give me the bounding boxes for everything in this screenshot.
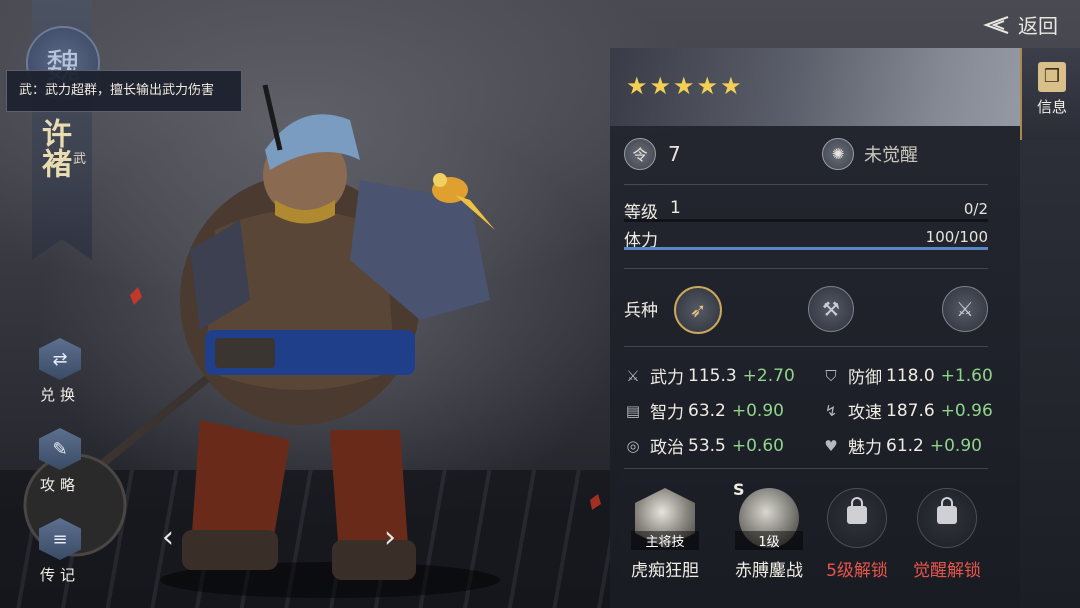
halberd-icon: ⚔	[956, 297, 974, 321]
prev-hero-arrow[interactable]: ‹	[162, 520, 174, 555]
order-icon: 令	[624, 138, 656, 170]
skill-unlock-awaken-label: 觉醒解锁	[913, 561, 981, 581]
shield-icon: ⛉	[825, 366, 837, 385]
tab-info-label: 信息	[1036, 98, 1067, 116]
skill-second-level: 1级	[735, 531, 803, 550]
stat-charm: ♥ 魅力 61.2 +0.90	[822, 433, 982, 459]
level-value: 1	[670, 198, 681, 218]
stamina-value: 100/100	[925, 228, 988, 246]
stat-attack-speed: ↯ 攻速 187.6 +0.96	[822, 398, 993, 424]
axe-icon: ⚒	[822, 297, 840, 321]
back-button[interactable]: 返回	[982, 10, 1058, 39]
star-icon: ★	[626, 72, 648, 100]
awaken-label: 未觉醒	[864, 145, 918, 166]
spear-icon: ➶	[689, 298, 707, 322]
hero-type-tooltip: 武：武力超群，擅长输出武力伤害	[6, 70, 242, 112]
hero-type-tag: 武	[73, 152, 87, 167]
awaken-icon: ✺	[822, 138, 854, 170]
divider	[624, 468, 988, 469]
stamina-bar-fill	[624, 247, 988, 250]
skill-second[interactable]: 1级 S 赤膊鏖战	[724, 480, 814, 581]
spear-troop-button[interactable]: ➶	[674, 286, 722, 334]
exchange-button[interactable]: ⇄ 兑换	[28, 338, 92, 405]
stamina-bar	[624, 247, 988, 250]
back-label: 返回	[1018, 14, 1058, 38]
guide-label: 攻略	[39, 476, 80, 494]
skill-second-name: 赤膊鏖战	[735, 561, 803, 581]
boot-icon: ↯	[824, 401, 838, 420]
star-icon: ★	[673, 72, 695, 100]
exp-value: 0/2	[963, 200, 988, 218]
skill-main[interactable]: 主将技 虎痴狂胆	[620, 484, 710, 581]
lock-icon	[937, 497, 957, 524]
sword-icon: ⚔	[626, 366, 640, 385]
star-icon: ★	[720, 72, 742, 100]
guide-button[interactable]: ✎ 攻略	[28, 428, 92, 495]
hero-name: 许褚	[36, 118, 71, 178]
troop-label: 兵种	[624, 301, 658, 321]
skill-locked-awaken[interactable]: 觉醒解锁	[902, 484, 992, 581]
order-row: 令 7	[624, 138, 681, 170]
exchange-label: 兑换	[39, 386, 80, 404]
skill-locked-level[interactable]: 5级解锁	[812, 484, 902, 581]
star-icon: ★	[696, 72, 719, 100]
biography-button[interactable]: ≡ 传记	[28, 518, 92, 585]
biography-label: 传记	[39, 566, 80, 584]
order-value: 7	[668, 142, 681, 166]
skill-main-tag: 主将技	[631, 531, 699, 550]
back-arrow-icon	[982, 15, 1010, 35]
star-icon: ★	[649, 72, 672, 100]
next-hero-arrow[interactable]: ›	[384, 520, 396, 555]
tab-info[interactable]: ❒ 信息	[1020, 48, 1080, 140]
awaken-status[interactable]: ✺ 未觉醒	[822, 138, 918, 170]
seal-icon: ◎	[626, 436, 640, 455]
exchange-icon: ⇄	[39, 338, 81, 380]
divider	[624, 268, 988, 269]
lock-icon	[847, 497, 867, 524]
exp-bar	[624, 219, 988, 222]
skill-main-name: 虎痴狂胆	[631, 561, 699, 581]
skill-unlock-level-label: 5级解锁	[826, 561, 888, 581]
divider	[624, 346, 988, 347]
guide-scroll-icon: ✎	[39, 428, 81, 470]
stat-intellect: ▤ 智力 63.2 +0.90	[625, 400, 784, 424]
stat-politics: ◎ 政治 53.5 +0.60	[624, 433, 784, 459]
book-icon: ▤	[625, 401, 641, 420]
scroll-icon: ❒	[1038, 62, 1066, 92]
divider	[624, 184, 988, 185]
heart-icon: ♥	[824, 436, 838, 455]
star-rating: ★ ★ ★ ★ ★	[626, 74, 742, 98]
halberd-troop-button[interactable]: ⚔	[942, 286, 988, 332]
stat-defense: ⛉ 防御 118.0 +1.60	[822, 363, 992, 389]
side-strip	[1020, 140, 1080, 608]
stat-force: ⚔ 武力 115.3 +2.70	[624, 363, 795, 389]
skill-grade-badge: S	[733, 480, 745, 499]
biography-icon: ≡	[39, 518, 81, 560]
axe-troop-button[interactable]: ⚒	[808, 286, 854, 332]
